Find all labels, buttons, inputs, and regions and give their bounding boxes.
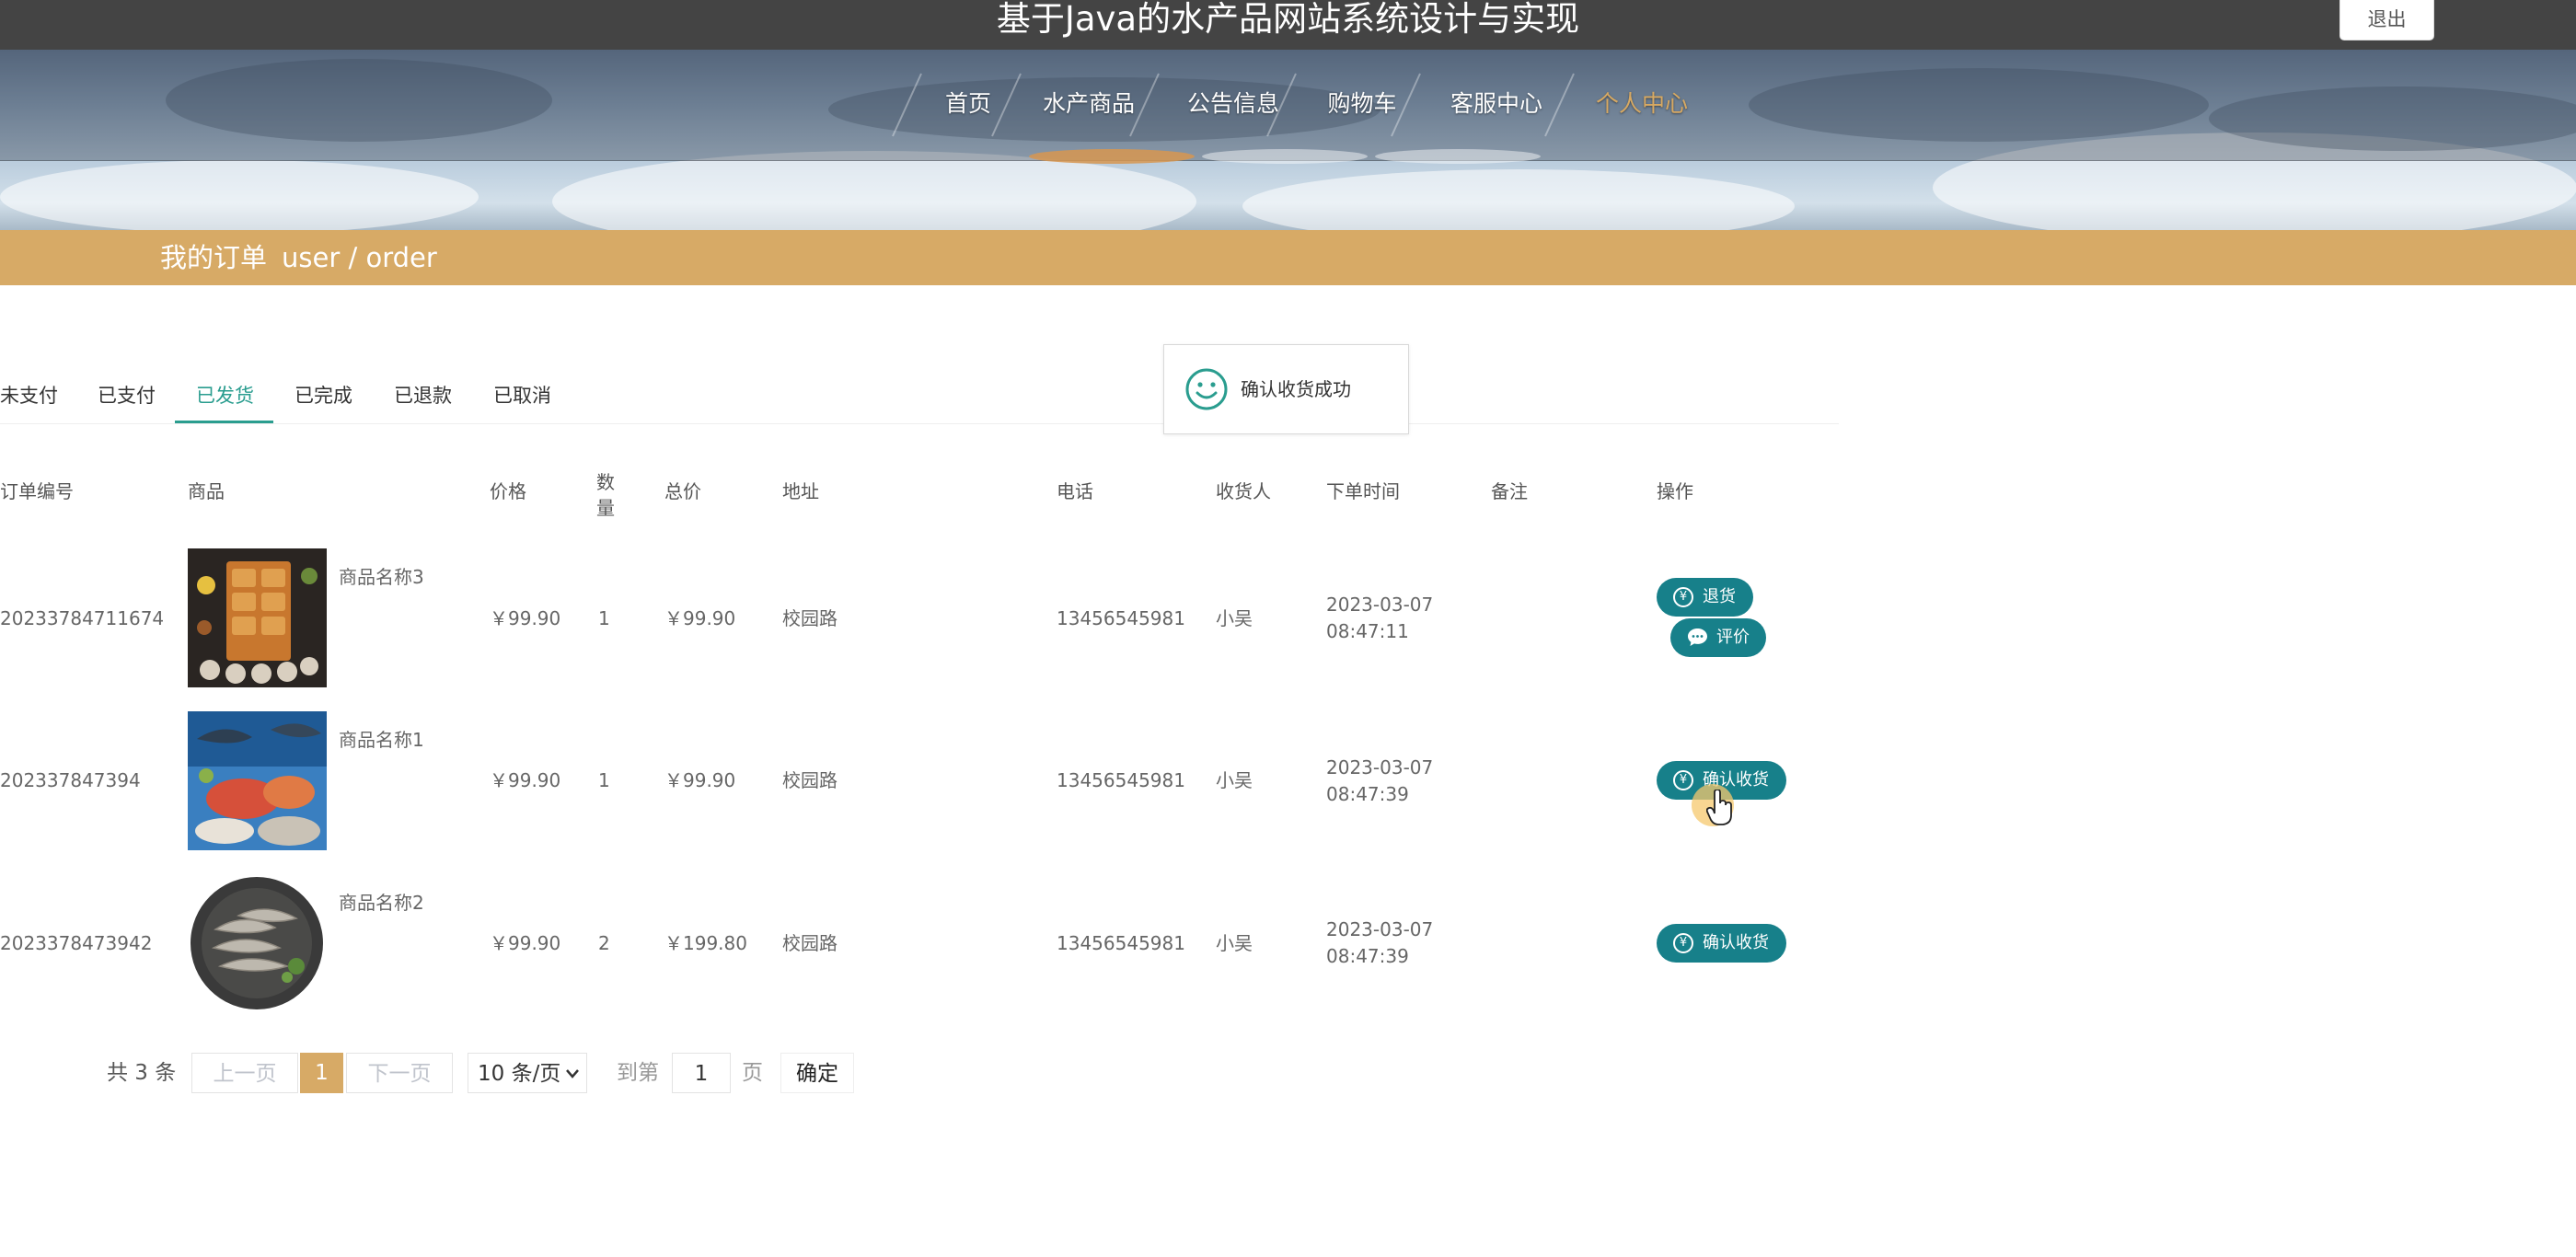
tab-unpaid[interactable]: 未支付	[0, 370, 58, 421]
site-title: 基于Java的水产品网站系统设计与实现	[996, 0, 1580, 39]
tab-completed[interactable]: 已完成	[295, 370, 352, 421]
receiver: 小吴	[1216, 769, 1253, 791]
header-product: 商品	[188, 480, 225, 502]
header-time: 下单时间	[1326, 480, 1400, 502]
receiver: 小吴	[1216, 607, 1253, 629]
header-price: 价格	[490, 480, 526, 502]
order-date: 2023-03-07	[1326, 756, 1434, 778]
smile-icon	[1185, 368, 1228, 410]
page-unit-label: 页	[742, 1061, 763, 1085]
header-receiver: 收货人	[1216, 480, 1271, 502]
address: 校园路	[782, 769, 837, 791]
top-bar: 基于Java的水产品网站系统设计与实现 退出	[0, 0, 2576, 50]
yen-icon: ¥	[1673, 933, 1693, 953]
header-qty: 数量	[596, 471, 615, 519]
header-address: 地址	[782, 480, 819, 502]
price: ￥99.90	[490, 769, 561, 791]
confirm-receipt-button[interactable]: ¥ 确认收货	[1657, 924, 1786, 963]
header-phone: 电话	[1057, 480, 1093, 502]
nav-item-profile[interactable]: 个人中心	[1594, 81, 1690, 127]
address: 校园路	[782, 932, 837, 954]
header-total: 总价	[664, 480, 701, 502]
nav-item-products[interactable]: 水产商品	[1041, 81, 1137, 127]
order-no: 2023378473942	[0, 932, 153, 954]
cloud-shape	[1242, 169, 1795, 230]
price: ￥99.90	[490, 607, 561, 629]
phone: 13456545981	[1057, 607, 1185, 629]
quantity: 2	[598, 932, 610, 954]
nav-separators	[892, 73, 1575, 137]
toast-message: 确认收货成功	[1241, 378, 1351, 400]
cloud-shape	[0, 160, 479, 230]
total-count: 共 3 条	[107, 1061, 177, 1085]
goto-page-input[interactable]: 1	[672, 1053, 731, 1093]
header-action: 操作	[1657, 480, 1693, 502]
total-price: ￥99.90	[664, 607, 736, 629]
nav-item-home[interactable]: 首页	[944, 81, 992, 127]
yen-icon: ¥	[1673, 770, 1693, 790]
confirm-receipt-label: 确认收货	[1703, 933, 1769, 952]
product-image-seafood-display	[188, 711, 327, 850]
order-time: 08:47:11	[1326, 620, 1409, 642]
nav-underline	[1202, 149, 1368, 164]
order-date: 2023-03-07	[1326, 918, 1434, 940]
tab-active-indicator	[175, 421, 273, 423]
quantity: 1	[598, 769, 610, 791]
tab-paid[interactable]: 已支付	[98, 370, 156, 421]
page-size-select[interactable]: 10 条/页	[468, 1053, 587, 1093]
chat-bubble-icon	[1688, 628, 1707, 646]
receiver: 小吴	[1216, 932, 1253, 954]
price: ￥99.90	[490, 932, 561, 954]
prev-page-button[interactable]: 上一页	[191, 1053, 298, 1093]
main-nav: 首页 水产商品 公告信息 购物车 客服中心 个人中心	[0, 50, 2576, 161]
nav-item-notices[interactable]: 公告信息	[1185, 81, 1281, 127]
section-title-cn: 我的订单	[160, 242, 268, 273]
goto-confirm-button[interactable]: 确定	[780, 1053, 854, 1093]
banner: 首页 水产商品 公告信息 购物车 客服中心 个人中心	[0, 50, 2576, 230]
logout-button[interactable]: 退出	[2339, 0, 2434, 40]
tab-shipped[interactable]: 已发货	[196, 370, 254, 421]
review-button-label: 评价	[1716, 628, 1750, 647]
nav-active-underline	[1029, 149, 1195, 164]
page-size-value: 10 条/页	[478, 1062, 561, 1086]
total-price: ￥99.90	[664, 769, 736, 791]
goto-label: 到第	[617, 1061, 659, 1085]
tab-cancelled[interactable]: 已取消	[493, 370, 551, 421]
next-page-button[interactable]: 下一页	[346, 1053, 453, 1093]
order-date: 2023-03-07	[1326, 594, 1434, 616]
phone: 13456545981	[1057, 769, 1185, 791]
product-image-shrimp-plate	[188, 874, 327, 1013]
section-header: 我的订单 user / order	[0, 230, 2576, 285]
nav-item-cart[interactable]: 购物车	[1325, 81, 1399, 127]
yen-icon: ¥	[1673, 587, 1693, 607]
total-price: ￥199.80	[664, 932, 747, 954]
phone: 13456545981	[1057, 932, 1185, 954]
chevron-down-icon	[566, 1069, 579, 1078]
review-button[interactable]: 评价	[1670, 618, 1766, 657]
tab-refunded[interactable]: 已退款	[394, 370, 452, 421]
hand-cursor-icon	[1706, 790, 1732, 825]
return-button[interactable]: ¥ 退货	[1657, 578, 1753, 617]
return-button-label: 退货	[1703, 587, 1736, 606]
current-page[interactable]: 1	[300, 1053, 343, 1093]
order-status-tabs: 未支付 已支付 已发货 已完成 已退款 已取消	[0, 370, 1839, 424]
order-time: 08:47:39	[1326, 783, 1409, 805]
header-order-no: 订单编号	[0, 480, 74, 502]
section-title-en: user / order	[282, 242, 437, 273]
product-name[interactable]: 商品名称2	[339, 889, 424, 917]
section-title: 我的订单 user / order	[160, 230, 452, 285]
address: 校园路	[782, 607, 837, 629]
success-toast: 确认收货成功	[1163, 344, 1409, 434]
nav-item-service[interactable]: 客服中心	[1449, 81, 1544, 127]
quantity: 1	[598, 607, 610, 629]
nav-underline	[1375, 149, 1541, 164]
order-no: 20233784711674	[0, 607, 165, 629]
order-time: 08:47:39	[1326, 945, 1409, 967]
product-name[interactable]: 商品名称1	[339, 726, 424, 754]
product-name[interactable]: 商品名称3	[339, 563, 424, 591]
product-image-seafood-platter	[188, 548, 327, 687]
header-remark: 备注	[1491, 480, 1528, 502]
order-no: 202337847394	[0, 769, 141, 791]
